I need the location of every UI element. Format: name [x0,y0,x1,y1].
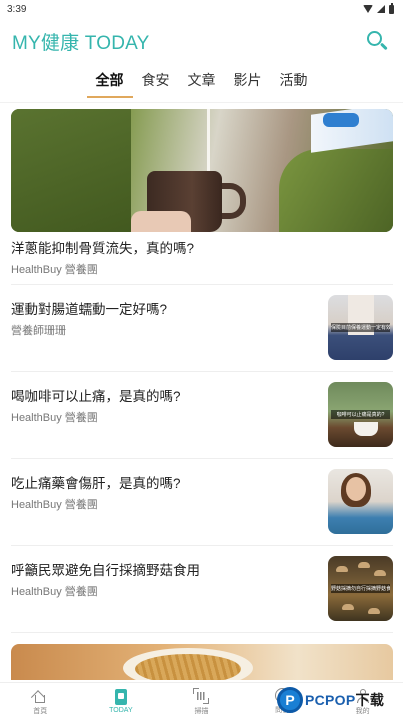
app-title: MY健康 TODAY [12,32,150,54]
thumbnail-caption: 野菇採摘勿自行採摘野菇食用 [331,584,390,593]
nav-home[interactable]: 首頁 [0,683,81,720]
article-thumbnail: 野菇採摘勿自行採摘野菇食用 [328,556,393,621]
home-icon [31,688,48,704]
nav-scan[interactable]: 掃描 [161,683,242,720]
list-item[interactable]: 喝咖啡可以止痛，是真的嗎? HealthBuy 營養團 咖啡可以止痛是真的? [0,372,403,458]
watermark-badge: P [277,687,303,713]
today-icon [114,689,127,705]
article-title: 運動對腸道蠕動一定好嗎? [11,302,168,317]
status-bar: 3:39 [0,0,403,18]
wifi-icon [363,5,373,13]
article-title: 呼籲民眾避免自行採摘野菇食用 [11,563,200,578]
divider [11,632,393,633]
watermark-text: PCPOP下载 [305,692,385,708]
tab-food-safety[interactable]: 食安 [137,66,175,98]
article-thumbnail: 保險目前保養運動一定有效? [328,295,393,360]
status-time: 3:39 [7,3,27,15]
list-item[interactable]: 運動對腸道蠕動一定好嗎? 營養師珊珊 保險目前保養運動一定有效? [0,285,403,371]
nav-label: TODAY [109,707,133,714]
article-thumbnail: 咖啡可以止痛是真的? [328,382,393,447]
scan-icon [193,687,210,704]
list-item[interactable]: 呼籲民眾避免自行採摘野菇食用 HealthBuy 營養團 野菇採摘勿自行採摘野菇… [0,546,403,632]
article-source: HealthBuy 營養團 [11,586,98,598]
article-source: HealthBuy 營養團 [11,499,98,511]
article-source: HealthBuy 營養團 [11,412,98,424]
watermark-logo: P PCPOP下载 [277,684,401,716]
thumbnail-caption: 保險目前保養運動一定有效? [331,323,390,332]
featured-article-source: HealthBuy 營養團 [11,264,98,276]
tab-events[interactable]: 活動 [275,66,313,98]
article-thumbnail [328,469,393,534]
battery-icon [389,3,394,14]
app-header: MY健康 TODAY [0,18,403,64]
tab-videos[interactable]: 影片 [229,66,267,98]
article-title: 喝咖啡可以止痛，是真的嗎? [11,389,181,404]
search-button[interactable] [364,28,390,54]
tabs-divider [0,102,403,103]
list-item[interactable]: 吃止痛藥會傷肝，是真的嗎? HealthBuy 營養團 [0,459,403,545]
nav-today[interactable]: TODAY [81,683,162,720]
article-title: 吃止痛藥會傷肝，是真的嗎? [11,476,181,491]
tab-articles[interactable]: 文章 [183,66,221,98]
partial-article-card[interactable] [11,644,393,680]
article-list: 運動對腸道蠕動一定好嗎? 營養師珊珊 保險目前保養運動一定有效? 喝咖啡可以止痛… [0,284,403,633]
nav-label: 首頁 [33,707,48,715]
nav-label: 掃描 [194,707,209,715]
signal-icon [377,5,385,13]
featured-article-image [11,109,393,232]
article-source: 營養師珊珊 [11,325,66,337]
thumbnail-caption: 咖啡可以止痛是真的? [331,410,390,419]
featured-article-title: 洋蔥能抑制骨質流失，真的嗎? [11,241,195,256]
featured-article[interactable]: 洋蔥能抑制骨質流失，真的嗎? HealthBuy 營養團 [11,109,393,277]
category-tabs: 全部 食安 文章 影片 活動 [0,66,403,98]
tab-all[interactable]: 全部 [86,66,133,98]
status-icons [363,3,394,14]
